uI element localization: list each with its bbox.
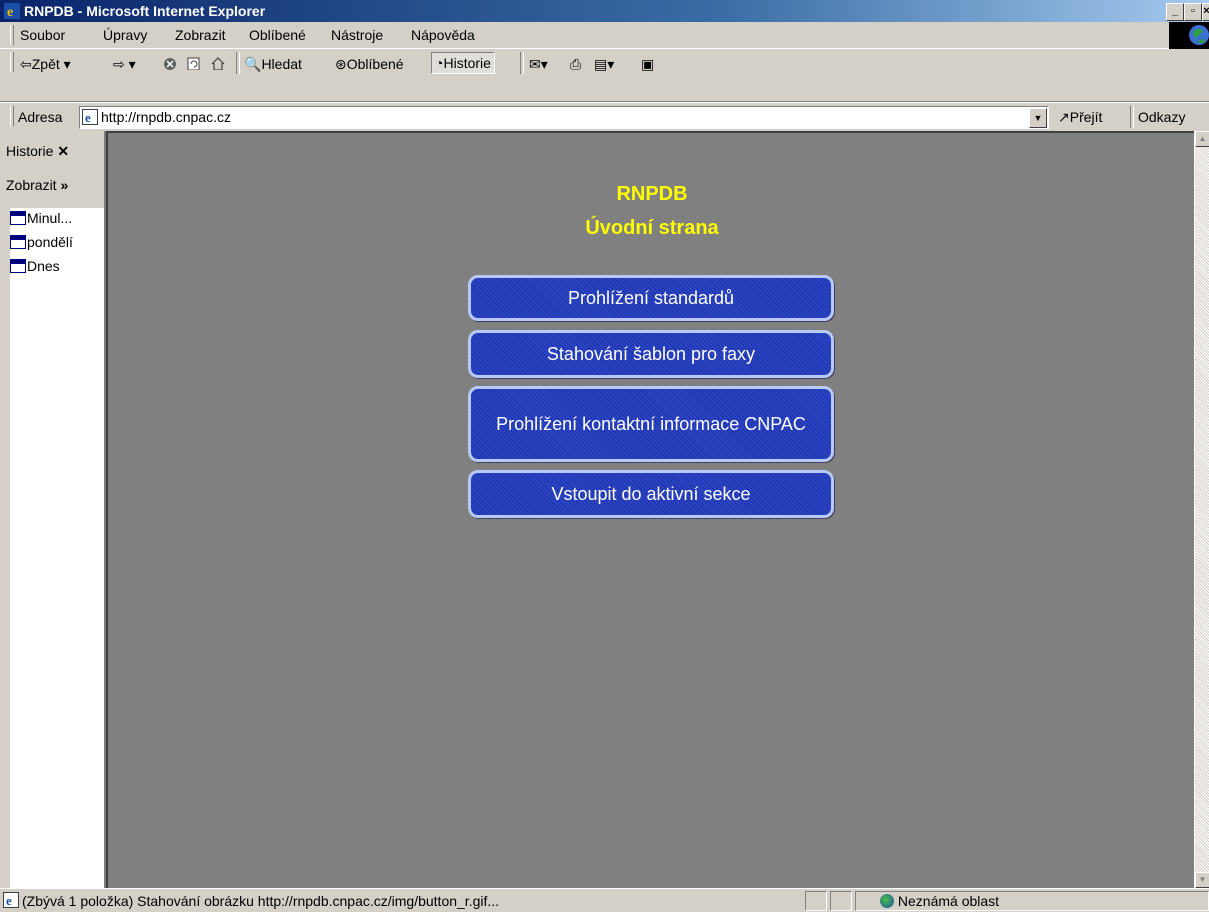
menu-tools[interactable]: Nástroje: [331, 27, 383, 43]
globe-icon: [1189, 25, 1209, 45]
history-pane-title-text: Historie: [6, 143, 54, 159]
page-loading-icon: e: [3, 892, 19, 908]
menu-help[interactable]: Nápověda: [411, 27, 475, 43]
status-panel: [830, 891, 852, 911]
discuss-icon[interactable]: ▣: [641, 54, 654, 74]
svg-text:e: e: [6, 893, 12, 908]
back-button[interactable]: ⇦Zpět ▾: [20, 54, 71, 74]
address-separator: [1130, 106, 1134, 128]
security-zone: Neznámá oblast: [880, 893, 999, 909]
print-icon[interactable]: ⎙: [570, 54, 581, 74]
menu-view[interactable]: Zobrazit: [175, 27, 226, 43]
history-item-label: Minul...: [27, 210, 73, 226]
search-button[interactable]: 🔍Hledat: [244, 54, 302, 74]
calendar-icon: [10, 259, 26, 273]
search-label: Hledat: [261, 56, 302, 72]
toolbar-separator: [520, 52, 524, 74]
calendar-icon: [10, 211, 26, 225]
edit-icon[interactable]: ▤▾: [594, 54, 614, 74]
close-pane-icon[interactable]: ✕: [57, 143, 69, 159]
history-pane-title: Historie ✕: [6, 143, 69, 160]
standard-toolbar: ⇦Zpět ▾ ⇨ ▾ 🔍Hledat ⊛Oblíbené ◔Historie …: [0, 49, 1209, 102]
browser-window: e RNPDB - Microsoft Internet Explorer _ …: [0, 0, 1209, 912]
zone-label: Neznámá oblast: [897, 893, 1000, 909]
status-text: (Zbývá 1 položka) Stahování obrázku http…: [22, 893, 500, 909]
history-label: Historie: [443, 55, 491, 71]
vertical-scrollbar[interactable]: ▲ ▼: [1194, 131, 1209, 888]
history-view-label: Zobrazit: [6, 177, 57, 193]
go-label: Přejít: [1069, 109, 1103, 125]
chevron-right-icon: »: [60, 177, 69, 193]
home-icon[interactable]: [210, 54, 226, 74]
status-panel: [805, 891, 827, 911]
enter-active-section-button[interactable]: Vstoupit do aktivní sekce: [468, 470, 834, 518]
title-bar: e RNPDB - Microsoft Internet Explorer _ …: [0, 0, 1209, 22]
favorites-button[interactable]: ⊛Oblíbené: [335, 54, 404, 74]
menu-bar: Soubor Úpravy Zobrazit Oblíbené Nástroje…: [0, 22, 1209, 49]
page-title: RNPDB: [616, 183, 688, 205]
page-icon: e: [82, 109, 98, 125]
calendar-icon: [10, 235, 26, 249]
mail-icon[interactable]: ✉▾: [529, 54, 548, 74]
history-button[interactable]: ◔Historie: [431, 52, 495, 74]
address-grip: [10, 106, 14, 126]
refresh-icon[interactable]: [186, 54, 202, 74]
download-fax-templates-button[interactable]: Stahování šablon pro faxy: [468, 330, 834, 378]
history-item[interactable]: Minul...: [10, 210, 72, 226]
menu-file[interactable]: Soubor: [20, 27, 65, 43]
view-standards-button[interactable]: Prohlížení standardů: [468, 275, 834, 321]
close-button[interactable]: ×: [1202, 3, 1209, 21]
status-bar: e (Zbývá 1 položka) Stahování obrázku ht…: [0, 888, 1209, 912]
history-item-label: Dnes: [27, 258, 60, 274]
toolbar-separator: [236, 52, 240, 74]
favorites-icon: ⊛: [335, 56, 347, 72]
page-content: RNPDB Úvodní strana Prohlížení standardů…: [106, 131, 1194, 888]
scroll-up-button[interactable]: ▲: [1195, 131, 1209, 147]
toolbar-grip: [10, 52, 14, 72]
stop-icon[interactable]: [162, 54, 178, 74]
page-subtitle: Úvodní strana: [585, 217, 719, 239]
menu-edit[interactable]: Úpravy: [103, 27, 147, 43]
svg-text:e: e: [7, 5, 13, 19]
search-icon: 🔍: [244, 56, 262, 72]
maximize-button[interactable]: ▫: [1184, 3, 1202, 21]
window-title: RNPDB - Microsoft Internet Explorer: [24, 3, 266, 19]
scroll-down-button[interactable]: ▼: [1195, 872, 1209, 888]
minimize-button[interactable]: _: [1166, 3, 1184, 21]
menu-grip: [10, 25, 14, 45]
links-button[interactable]: Odkazy: [1138, 109, 1185, 125]
history-pane: Historie ✕ Zobrazit » Minul... pondělí D…: [0, 131, 106, 888]
history-item-label: pondělí: [27, 234, 73, 250]
history-item[interactable]: Dnes: [10, 258, 60, 274]
view-contact-info-button[interactable]: Prohlížení kontaktní informace CNPAC: [468, 386, 834, 462]
history-list: Minul... pondělí Dnes: [10, 208, 104, 888]
address-input[interactable]: e http://rnpdb.cnpac.cz ▼: [79, 106, 1049, 129]
menu-favorites[interactable]: Oblíbené: [249, 27, 306, 43]
history-view-menu[interactable]: Zobrazit »: [6, 177, 68, 193]
globe-zone-icon: [880, 894, 894, 908]
svg-text:e: e: [85, 110, 91, 125]
ie-logo-icon: e: [4, 3, 20, 19]
favorites-label: Oblíbené: [346, 56, 404, 72]
history-item[interactable]: pondělí: [10, 234, 73, 250]
forward-button[interactable]: ⇨ ▾: [113, 54, 136, 74]
go-button[interactable]: ↗Přejít: [1058, 109, 1102, 126]
address-label: Adresa: [18, 109, 63, 125]
address-url: http://rnpdb.cnpac.cz: [101, 109, 231, 125]
address-dropdown-button[interactable]: ▼: [1029, 108, 1047, 128]
address-bar: Adresa e http://rnpdb.cnpac.cz ▼ ↗Přejít…: [0, 102, 1209, 132]
go-arrow-icon: ↗: [1058, 109, 1070, 125]
windows-logo: [1169, 22, 1209, 49]
